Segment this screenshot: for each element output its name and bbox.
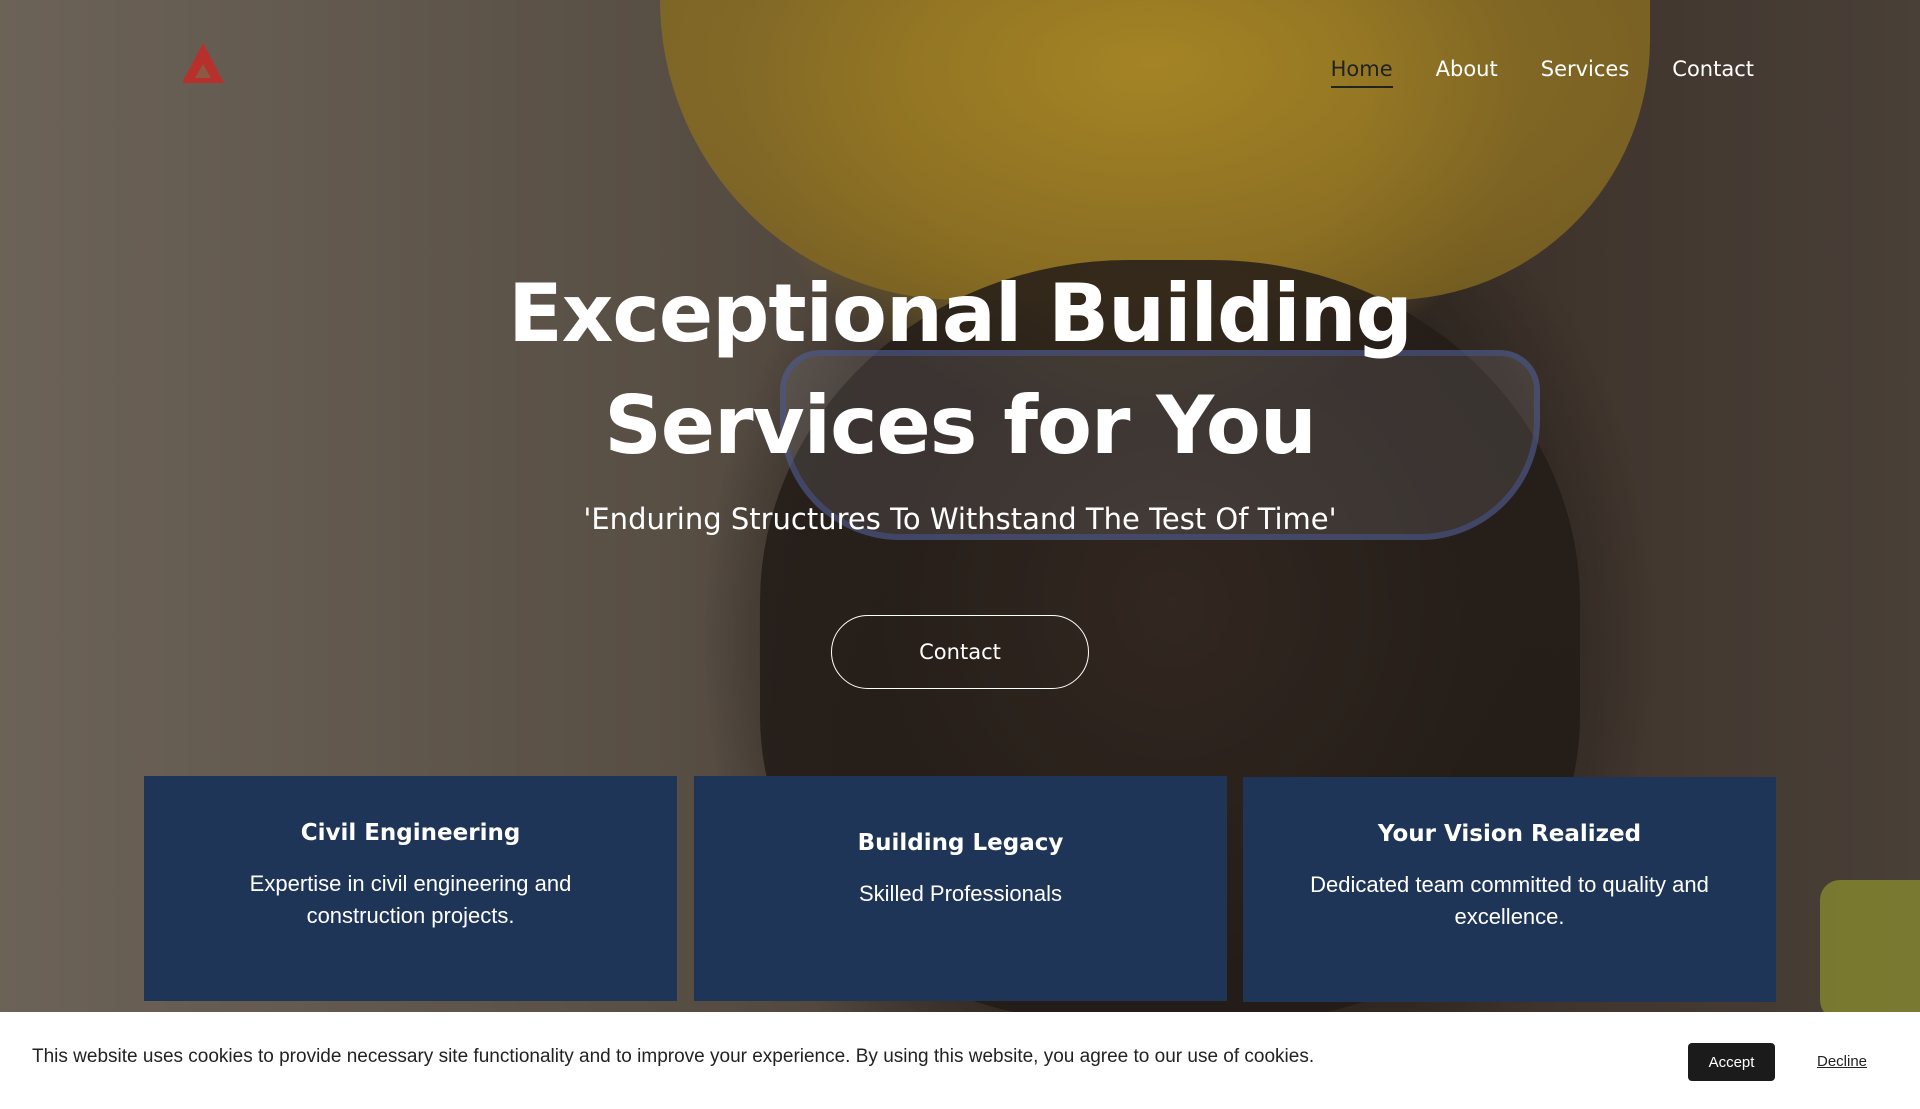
feature-card-vision-realized: Your Vision Realized Dedicated team comm…: [1243, 777, 1776, 1002]
card-title: Your Vision Realized: [1377, 821, 1642, 847]
cookie-decline-link[interactable]: Decline: [1817, 1053, 1867, 1070]
cookie-accept-button[interactable]: Accept: [1688, 1043, 1775, 1081]
card-title: Civil Engineering: [300, 820, 521, 846]
hero-headline-line2: Services for You: [604, 379, 1317, 472]
hero-headline: Exceptional Building Services for You: [460, 258, 1460, 482]
card-title: Building Legacy: [857, 830, 1064, 856]
cookie-banner: This website uses cookies to provide nec…: [0, 1012, 1920, 1109]
nav-about[interactable]: About: [1436, 57, 1498, 88]
nav-services[interactable]: Services: [1541, 57, 1630, 88]
triangle-logo-icon[interactable]: [180, 40, 226, 86]
feature-card-building-legacy: Building Legacy Skilled Professionals: [694, 776, 1227, 1001]
main-nav: Home About Services Contact: [1330, 57, 1754, 88]
nav-home[interactable]: Home: [1330, 57, 1393, 88]
hero-tagline: 'Enduring Structures To Withstand The Te…: [583, 502, 1337, 536]
card-text: Dedicated team committed to quality and …: [1310, 872, 1709, 929]
nav-contact[interactable]: Contact: [1672, 57, 1754, 88]
card-text: Skilled Professionals: [859, 881, 1062, 906]
hero-headline-line1: Exceptional Building: [508, 267, 1413, 360]
hero-contact-button[interactable]: Contact: [831, 615, 1089, 689]
feature-card-civil-engineering: Civil Engineering Expertise in civil eng…: [144, 776, 677, 1001]
card-text: Expertise in civil engineering and const…: [249, 871, 572, 928]
cookie-message: This website uses cookies to provide nec…: [32, 1046, 1315, 1067]
